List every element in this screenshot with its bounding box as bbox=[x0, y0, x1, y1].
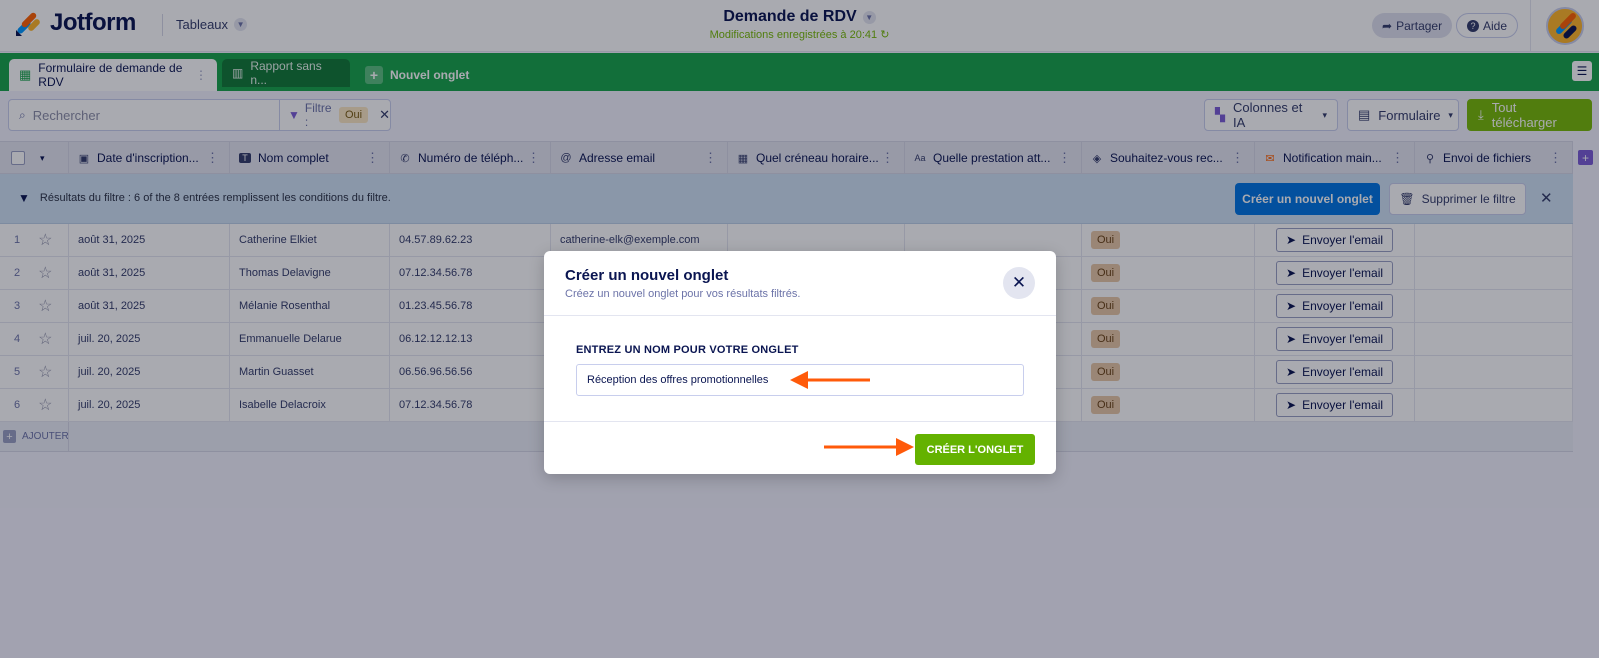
modal-subtitle: Créez un nouvel onglet pour vos résultat… bbox=[565, 288, 801, 300]
tab-name-label: ENTREZ UN NOM POUR VOTRE ONGLET bbox=[576, 344, 799, 356]
modal-footer: CRÉER L'ONGLET bbox=[544, 422, 1056, 474]
modal-divider bbox=[544, 315, 1056, 316]
annotation-arrow-left-icon bbox=[790, 371, 870, 389]
close-icon[interactable]: ✕ bbox=[1003, 267, 1035, 299]
modal-title: Créer un nouvel onglet bbox=[565, 267, 729, 284]
create-tab-modal: Créer un nouvel onglet Créez un nouvel o… bbox=[544, 251, 1056, 474]
create-tab-submit-button[interactable]: CRÉER L'ONGLET bbox=[915, 434, 1035, 465]
annotation-arrow-right-icon bbox=[824, 438, 914, 456]
